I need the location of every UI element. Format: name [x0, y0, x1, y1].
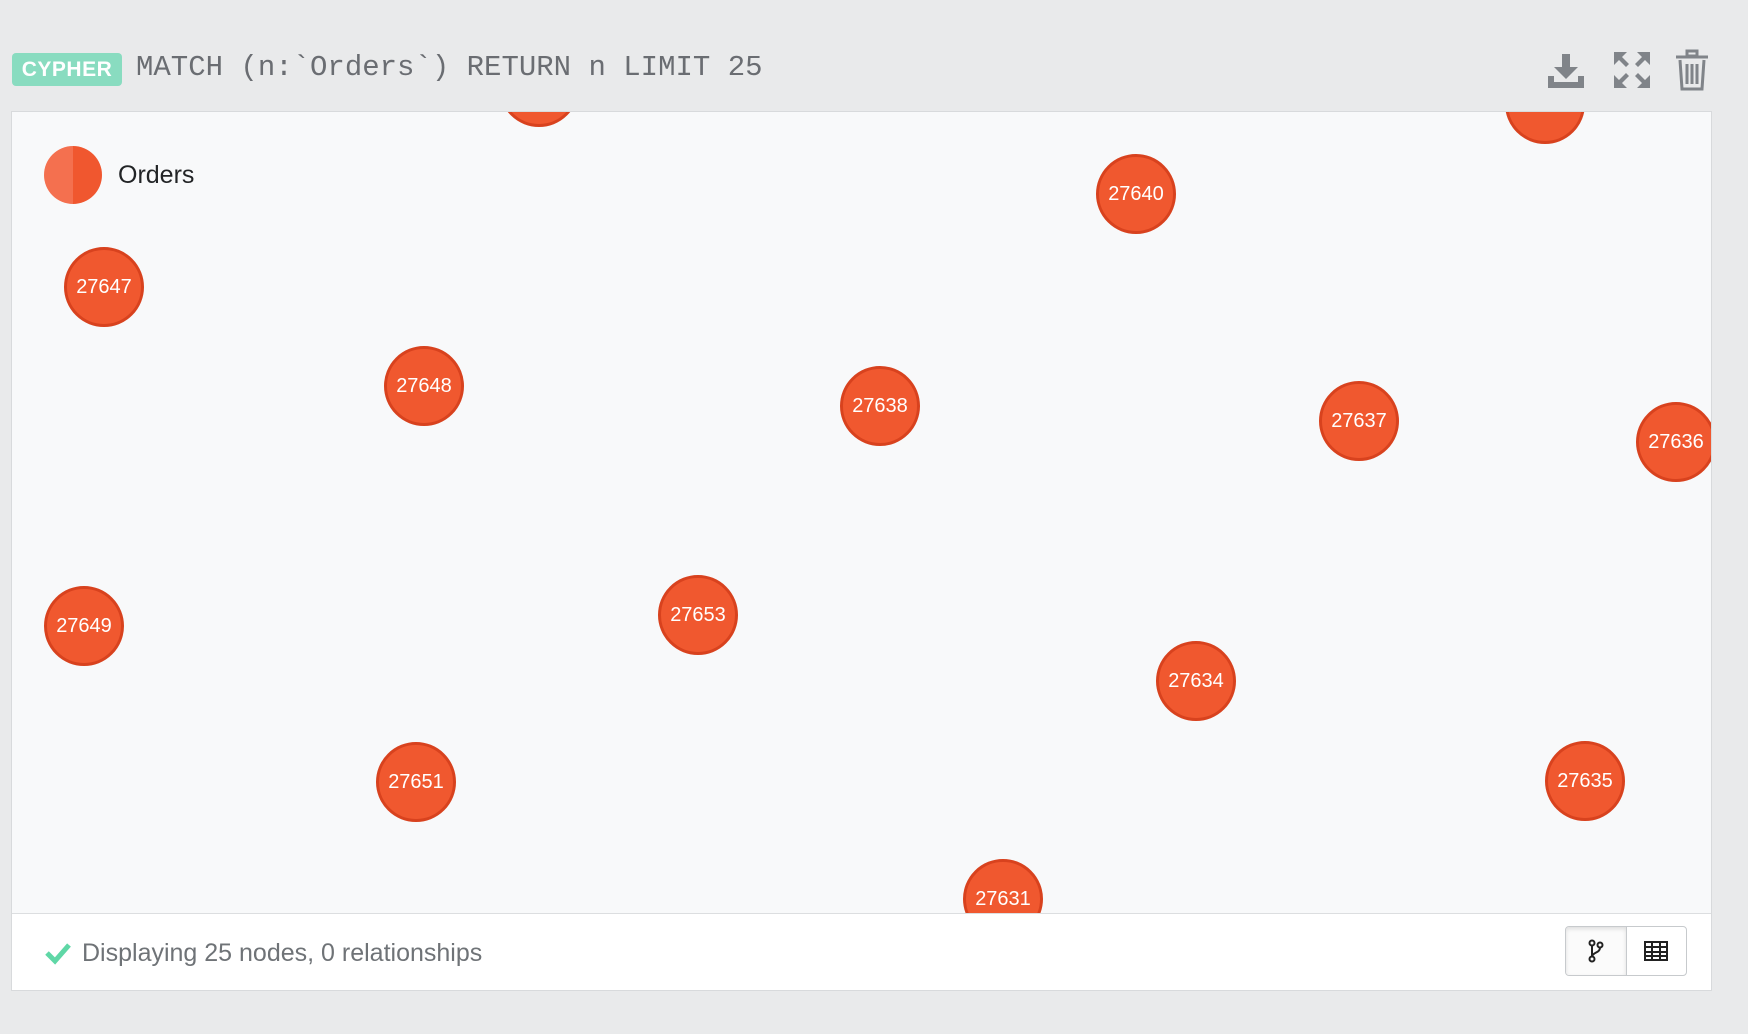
graph-node[interactable]: 27653	[658, 575, 738, 655]
expand-icon[interactable]	[1610, 48, 1654, 92]
node-label: 27634	[1168, 669, 1224, 692]
check-icon	[45, 943, 71, 965]
graph-node[interactable]: 27636	[1636, 402, 1711, 482]
node-label: 27636	[1648, 430, 1704, 453]
graph-node[interactable]: 27647	[64, 247, 144, 327]
legend-color-swatch[interactable]	[44, 146, 102, 204]
node-label: 27648	[396, 374, 452, 397]
graph-canvas[interactable]: Orders 27640 27647 27648 27638 27637 276…	[12, 112, 1711, 913]
query-text[interactable]: MATCH (n:`Orders`) RETURN n LIMIT 25	[136, 48, 763, 88]
graph-node[interactable]: 27651	[376, 742, 456, 822]
node-label: 27649	[56, 614, 112, 637]
status-text: Displaying 25 nodes, 0 relationships	[82, 939, 483, 967]
node-label: 27631	[975, 887, 1031, 910]
view-toggle	[1565, 926, 1687, 976]
query-bar: CYPHER MATCH (n:`Orders`) RETURN n LIMIT…	[0, 0, 1748, 111]
node-label: 27651	[388, 770, 444, 793]
node-label: 27638	[852, 394, 908, 417]
graph-node[interactable]	[499, 112, 579, 127]
node-label: 27647	[76, 275, 132, 298]
cypher-badge: CYPHER	[12, 53, 122, 86]
graph-node[interactable]	[1505, 112, 1585, 144]
graph-node[interactable]: 27640	[1096, 154, 1176, 234]
legend-label[interactable]: Orders	[118, 161, 194, 190]
table-view-icon	[1644, 941, 1669, 961]
download-icon[interactable]	[1544, 48, 1588, 92]
graph-node[interactable]: 27638	[840, 366, 920, 446]
node-label: 27640	[1108, 182, 1164, 205]
legend[interactable]: Orders	[44, 145, 194, 205]
graph-view-button[interactable]	[1566, 927, 1626, 975]
node-label: 27635	[1557, 769, 1613, 792]
graph-node[interactable]: 27631	[963, 859, 1043, 913]
graph-node[interactable]: 27635	[1545, 741, 1625, 821]
node-label: 27637	[1331, 409, 1387, 432]
graph-node[interactable]: 27649	[44, 586, 124, 666]
graph-node[interactable]: 27648	[384, 346, 464, 426]
trash-icon[interactable]	[1670, 48, 1714, 92]
table-view-button[interactable]	[1625, 927, 1687, 975]
graph-node[interactable]: 27634	[1156, 641, 1236, 721]
status-bar: Displaying 25 nodes, 0 relationships	[12, 913, 1711, 990]
result-frame: Orders 27640 27647 27648 27638 27637 276…	[11, 111, 1712, 991]
node-label: 27653	[670, 603, 726, 626]
graph-node[interactable]: 27637	[1319, 381, 1399, 461]
graph-view-icon	[1588, 939, 1604, 963]
